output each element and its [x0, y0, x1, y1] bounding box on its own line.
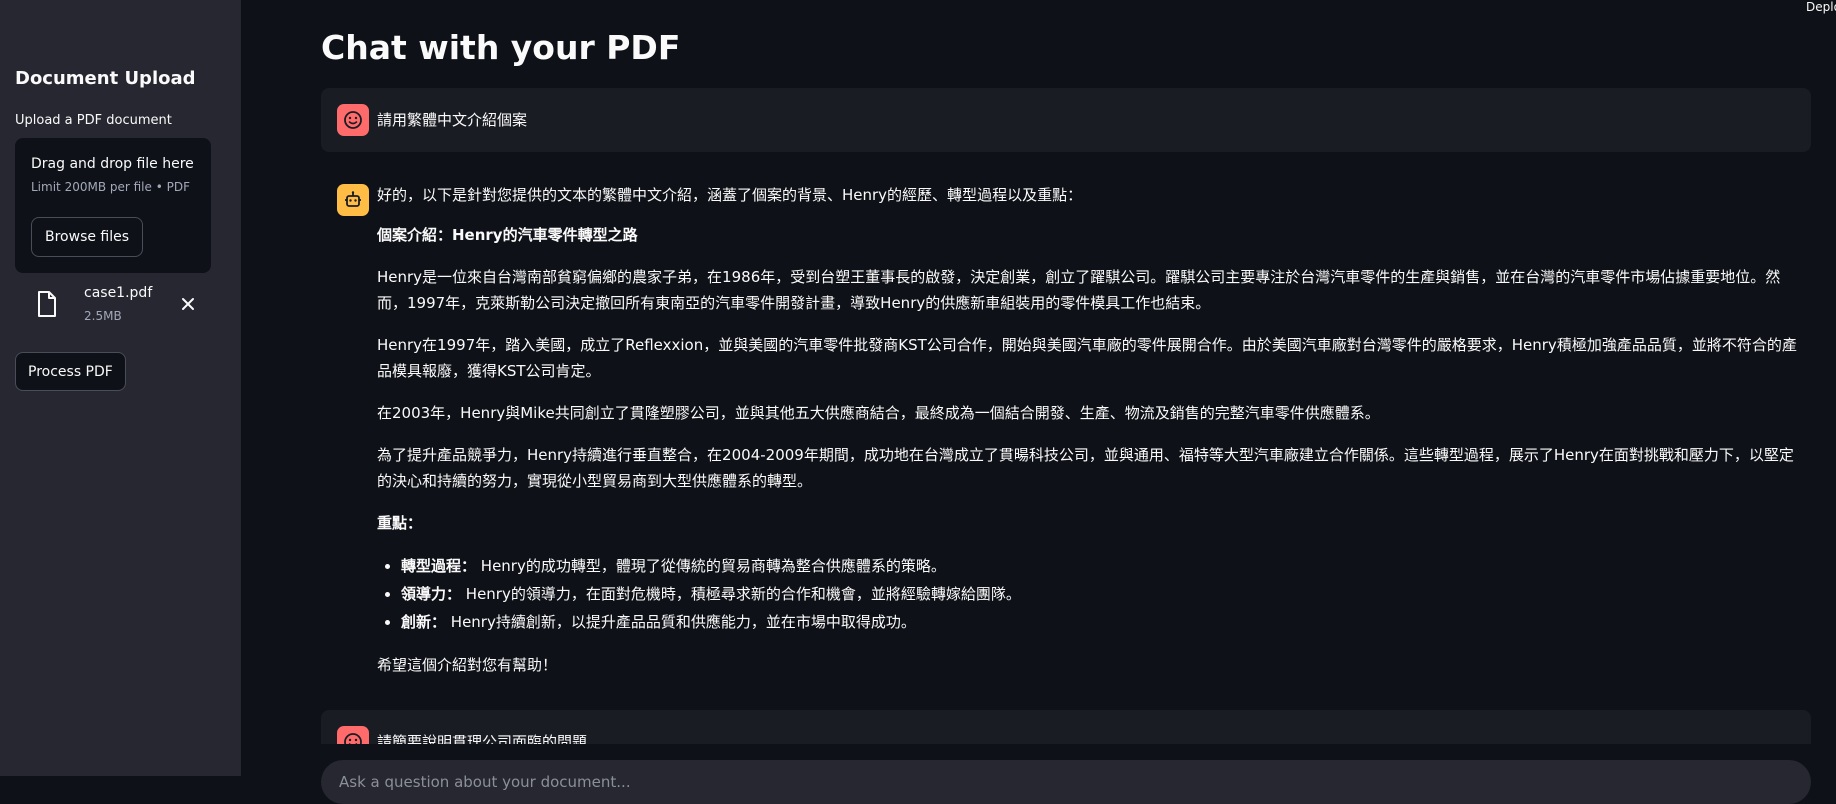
- close-icon: [182, 298, 194, 310]
- robot-icon: [345, 191, 361, 207]
- assistant-closing: 希望這個介紹對您有幫助！: [377, 656, 558, 674]
- list-item: 領導力： Henry的領導力，在面對危機時，積極尋求新的合作和機會，並將經驗轉嫁…: [401, 580, 1807, 608]
- chat-message-assistant: 好的，以下是針對您提供的文本的繁體中文介紹，涵蓋了個案的背景、Henry的經歷、…: [321, 170, 1811, 690]
- file-dropzone[interactable]: Drag and drop file here Limit 200MB per …: [15, 138, 211, 273]
- key-points-list: 轉型過程： Henry的成功轉型，體現了從傳統的貿易商轉為整合供應體系的策略。 …: [377, 552, 1807, 636]
- dropzone-limit: Limit 200MB per file • PDF: [31, 180, 190, 194]
- assistant-paragraph: 為了提升產品競爭力，Henry持續進行垂直整合，在2004-2009年期間，成功…: [377, 446, 1794, 490]
- upload-label: Upload a PDF document: [15, 113, 172, 128]
- uploaded-file: case1.pdf 2.5MB: [15, 283, 211, 327]
- file-size: 2.5MB: [84, 309, 122, 323]
- file-name: case1.pdf: [84, 285, 153, 301]
- user-message-text: 請用繁體中文介紹個案: [377, 111, 528, 129]
- dropzone-text: Drag and drop file here: [31, 156, 194, 172]
- process-pdf-button[interactable]: Process PDF: [15, 352, 126, 391]
- deploy-button[interactable]: Deploy: [1806, 0, 1836, 14]
- chat-input[interactable]: [321, 760, 1811, 804]
- assistant-paragraph: Henry是一位來自台灣南部貧窮偏鄉的農家子弟，在1986年，受到台塑王董事長的…: [377, 268, 1781, 312]
- assistant-paragraph: 在2003年，Henry與Mike共同創立了貫隆塑膠公司，並與其他五大供應商結合…: [377, 404, 1380, 422]
- list-item: 創新： Henry持續創新，以提升產品品質和供應能力，並在市場中取得成功。: [401, 608, 1807, 636]
- smile-icon: [344, 111, 362, 129]
- assistant-avatar: [337, 184, 369, 216]
- browse-files-button[interactable]: Browse files: [31, 217, 144, 257]
- remove-file-button[interactable]: [175, 291, 201, 317]
- sidebar-title: Document Upload: [15, 68, 196, 89]
- list-item: 轉型過程： Henry的成功轉型，體現了從傳統的貿易商轉為整合供應體系的策略。: [401, 552, 1807, 580]
- sidebar: Document Upload Upload a PDF document Dr…: [0, 0, 241, 776]
- key-points-heading: 重點：: [377, 514, 423, 532]
- assistant-heading: 個案介紹：Henry的汽車零件轉型之路: [377, 226, 638, 244]
- assistant-paragraph: Henry在1997年，踏入美國，成立了Reflexxion，並與美國的汽車零件…: [377, 336, 1797, 380]
- assistant-message-body: 好的，以下是針對您提供的文本的繁體中文介紹，涵蓋了個案的背景、Henry的經歷、…: [377, 182, 1807, 694]
- page-title: Chat with your PDF: [321, 28, 681, 67]
- user-avatar: [337, 104, 369, 136]
- file-icon: [38, 291, 56, 317]
- chat-message-user: 請用繁體中文介紹個案: [321, 88, 1811, 152]
- assistant-intro: 好的，以下是針對您提供的文本的繁體中文介紹，涵蓋了個案的背景、Henry的經歷、…: [377, 186, 1083, 204]
